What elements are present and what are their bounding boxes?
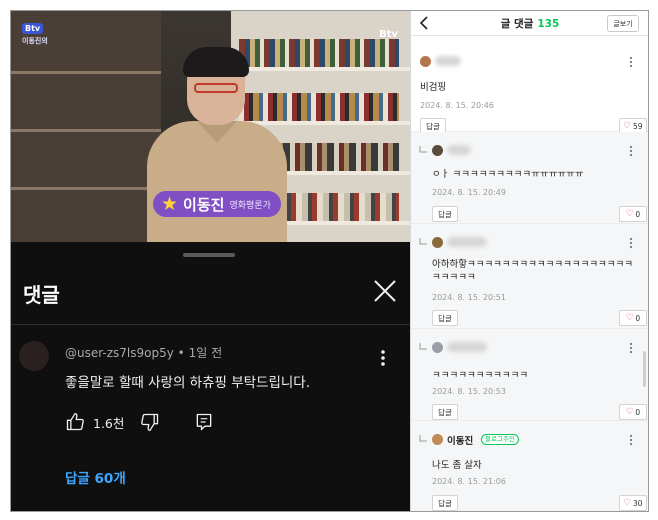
- more-vert-icon[interactable]: [629, 145, 633, 157]
- comment-date: 2024. 8. 15. 20:49: [432, 188, 506, 197]
- comment-count: 135: [537, 18, 560, 30]
- separator-dot: •: [177, 346, 189, 360]
- nickname-blurred: [435, 56, 461, 66]
- more-vert-icon[interactable]: [629, 237, 633, 249]
- owner-badge: 블로그주인: [481, 434, 519, 445]
- reply-comment-icon[interactable]: [194, 412, 214, 432]
- avatar[interactable]: [420, 56, 431, 67]
- comment-date: 2024. 8. 15. 20:53: [432, 387, 506, 396]
- drag-handle[interactable]: [183, 253, 235, 257]
- shelf-line: [11, 129, 161, 132]
- reply-button[interactable]: 답글: [432, 206, 458, 222]
- like-count: 1.6천: [93, 415, 125, 431]
- like-button[interactable]: ♡ 30: [619, 495, 647, 511]
- comment-time: 1일 전: [188, 346, 223, 360]
- heart-icon: ♡: [625, 313, 634, 323]
- reply-button[interactable]: 답글: [432, 404, 458, 420]
- comment-text: 비검핑: [420, 82, 447, 93]
- comment-item: 비검핑 2024. 8. 15. 20:46 답글 ♡ 59: [411, 36, 648, 134]
- comment-actions: 1.6천: [65, 411, 214, 433]
- presenter-hair: [183, 47, 249, 77]
- like-button[interactable]: ♡ 0: [619, 206, 647, 222]
- reply-item: ㅇㅏ ㅋㅋㅋㅋㅋㅋㅋㅋㅋㅠㅠㅠㅠㅠㅠ 2024. 8. 15. 20:49 답글…: [411, 132, 648, 224]
- more-vert-icon[interactable]: [629, 56, 633, 68]
- reply-arrow-icon: [419, 238, 427, 245]
- heart-icon: ♡: [625, 209, 634, 219]
- caption-role: 영화평론가: [229, 200, 271, 211]
- caption-name: 이동진: [183, 195, 225, 214]
- comments-title: 댓글: [23, 283, 60, 307]
- comment-text: 아하하핳ㅋㅋㅋㅋㅋㅋㅋㅋㅋㅋㅋㅋㅋㅋㅋㅋㅋㅋㅋㅋㅋㅋㅋㅋ: [432, 259, 634, 283]
- divider: [11, 324, 410, 325]
- thumbs-up-icon[interactable]: [65, 412, 85, 432]
- books-row: [239, 39, 399, 67]
- header-title-text: 글 댓글: [500, 18, 534, 30]
- name-caption: ★ 이동진 영화평론가: [153, 191, 281, 217]
- reply-item: 아하하핳ㅋㅋㅋㅋㅋㅋㅋㅋㅋㅋㅋㅋㅋㅋㅋㅋㅋㅋㅋㅋㅋㅋㅋㅋ 2024. 8. 15…: [411, 224, 648, 329]
- star-icon: ★: [161, 192, 179, 215]
- reply-arrow-icon: [419, 146, 427, 153]
- like-count: 0: [635, 407, 641, 417]
- comment-text: 나도 좀 살자: [432, 460, 482, 471]
- books-row: [239, 93, 399, 121]
- like-count: 30: [633, 498, 643, 508]
- reply-arrow-icon: [419, 343, 427, 350]
- reply-item: ㅋㅋㅋㅋㅋㅋㅋㅋㅋㅋㅋ 2024. 8. 15. 20:53 답글 ♡ 0: [411, 329, 648, 421]
- presenter-glasses: [194, 83, 238, 93]
- blog-header: 글 댓글 135 글보기: [411, 11, 648, 36]
- reply-button[interactable]: 답글: [432, 495, 458, 511]
- like-button[interactable]: ♡ 0: [619, 404, 647, 420]
- shelf-board: [231, 67, 410, 71]
- avatar[interactable]: [19, 341, 49, 371]
- replies-link[interactable]: 답글 60개: [65, 467, 126, 487]
- shelf-line: [11, 187, 161, 190]
- comment-date: 2024. 8. 15. 20:46: [420, 101, 494, 110]
- channel-logo-text: Btv: [22, 23, 44, 34]
- comment-text: ㅋㅋㅋㅋㅋㅋㅋㅋㅋㅋㅋ: [432, 370, 529, 381]
- nickname-blurred: [447, 342, 487, 352]
- youtube-panel: Btv 이동진의 Btv ★ 이동진 영화평론가 댓글 @user-zs7ls9…: [11, 11, 410, 511]
- video-frame[interactable]: Btv 이동진의 Btv ★ 이동진 영화평론가: [11, 11, 410, 242]
- channel-logo-subtext: 이동진의: [22, 37, 48, 45]
- more-vert-icon[interactable]: [380, 349, 386, 367]
- scrollbar[interactable]: [643, 351, 646, 387]
- nickname-blurred: [447, 145, 471, 155]
- thumbs-down-icon[interactable]: [140, 412, 160, 432]
- heart-icon: ♡: [625, 407, 634, 417]
- channel-logo: Btv 이동진의: [22, 23, 80, 45]
- reply-button[interactable]: 답글: [432, 310, 458, 326]
- broadcaster-logo: Btv: [379, 29, 398, 40]
- avatar[interactable]: [432, 434, 443, 445]
- comment-author[interactable]: 이동진: [447, 433, 473, 447]
- like-count: 59: [633, 121, 643, 131]
- reply-arrow-icon: [419, 435, 427, 442]
- heart-icon: ♡: [623, 121, 632, 131]
- reply-item: 이동진 블로그주인 나도 좀 살자 2024. 8. 15. 21:06 답글 …: [411, 421, 648, 511]
- screenshot-frame: Btv 이동진의 Btv ★ 이동진 영화평론가 댓글 @user-zs7ls9…: [10, 10, 649, 512]
- nickname-blurred: [447, 237, 487, 247]
- like-count: 0: [635, 209, 641, 219]
- avatar[interactable]: [432, 145, 443, 156]
- comment-date: 2024. 8. 15. 21:06: [432, 477, 506, 486]
- view-post-button[interactable]: 글보기: [607, 15, 639, 32]
- like-button[interactable]: ♡ 0: [619, 310, 647, 326]
- close-icon[interactable]: [371, 277, 399, 305]
- comment-text: 좋을말로 할때 사랑의 하츄핑 부탁드립니다.: [65, 375, 311, 391]
- shelf-line: [11, 71, 161, 74]
- comment-author[interactable]: @user-zs7ls9op5y: [65, 346, 174, 360]
- heart-icon: ♡: [623, 498, 632, 508]
- comment-text: ㅇㅏ ㅋㅋㅋㅋㅋㅋㅋㅋㅋㅠㅠㅠㅠㅠㅠ: [432, 169, 584, 180]
- more-vert-icon[interactable]: [629, 434, 633, 446]
- comment-meta: @user-zs7ls9op5y • 1일 전: [65, 344, 222, 361]
- blog-comments-panel: 글 댓글 135 글보기 비검핑 2024. 8. 15. 20:46 답글 ♡ 5…: [410, 11, 648, 511]
- more-vert-icon[interactable]: [629, 342, 633, 354]
- comment-date: 2024. 8. 15. 20:51: [432, 293, 506, 302]
- avatar[interactable]: [432, 237, 443, 248]
- avatar[interactable]: [432, 342, 443, 353]
- like-count: 0: [635, 313, 641, 323]
